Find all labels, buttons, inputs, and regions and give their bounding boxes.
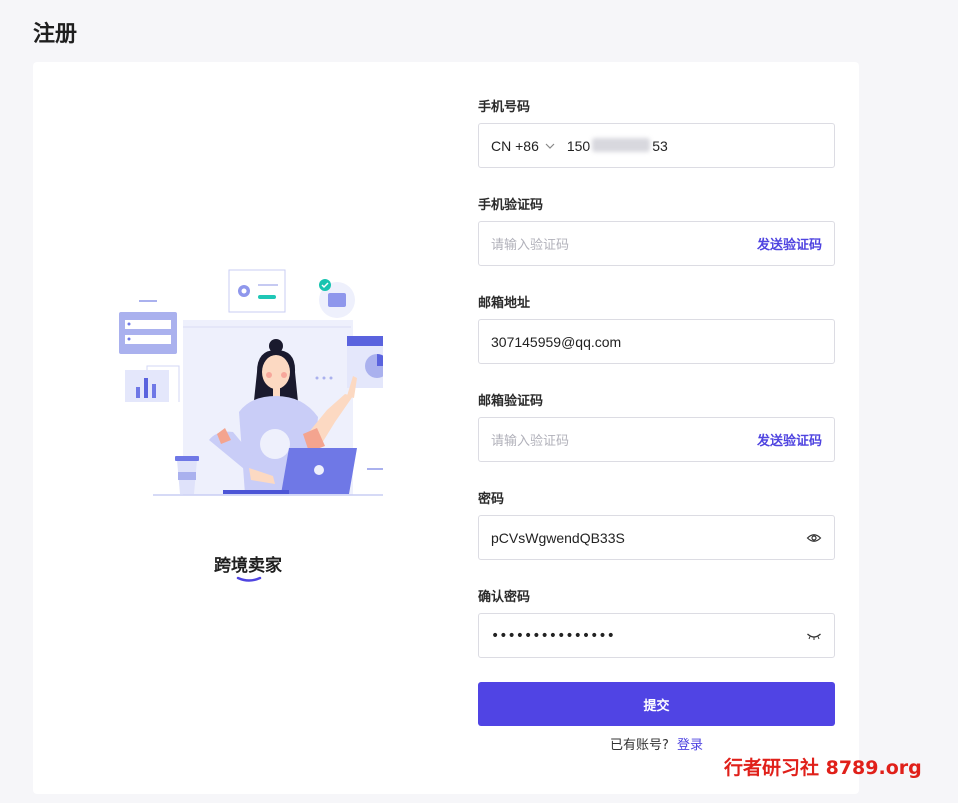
login-link[interactable]: 登录: [677, 738, 703, 753]
login-prompt: 已有账号? 登录: [478, 734, 835, 753]
phone-redaction: [592, 137, 651, 152]
email-label: 邮箱地址: [478, 296, 531, 311]
password-label: 密码: [478, 492, 505, 507]
country-code-select[interactable]: CN +86: [491, 138, 555, 154]
phone-code-label: 手机验证码: [478, 198, 544, 213]
email-code-label: 邮箱验证码: [478, 394, 544, 409]
role-label: 跨境卖家: [214, 556, 282, 576]
phone-label: 手机号码: [478, 100, 531, 115]
email-field[interactable]: 307145959@qq.com: [478, 319, 835, 364]
email-input[interactable]: 307145959@qq.com: [491, 334, 822, 350]
have-account-text: 已有账号?: [610, 738, 669, 753]
watermark: 行者研习社 8789.org: [724, 757, 922, 779]
phone-value-start: 150: [566, 137, 591, 154]
chevron-down-icon: [545, 143, 555, 149]
register-card: 跨境卖家 手机号码 CN +86 150 53 手机验证码 请输入验证码 发送验…: [33, 62, 859, 794]
seller-illustration: [119, 269, 383, 496]
confirm-password-input[interactable]: •••••••••••••••: [491, 628, 806, 644]
send-phone-code-button[interactable]: 发送验证码: [757, 234, 822, 253]
country-code-value: CN +86: [491, 137, 539, 154]
email-code-input[interactable]: 请输入验证码: [491, 430, 757, 449]
eye-closed-icon[interactable]: [806, 628, 822, 644]
phone-value-end: 53: [652, 137, 668, 154]
phone-code-input[interactable]: 请输入验证码: [491, 234, 757, 253]
eye-icon[interactable]: [806, 530, 822, 546]
send-email-code-button[interactable]: 发送验证码: [757, 430, 822, 449]
phone-input[interactable]: 150 53: [566, 137, 822, 154]
confirm-password-label: 确认密码: [478, 590, 531, 605]
confirm-password-field[interactable]: •••••••••••••••: [478, 613, 835, 658]
phone-code-field[interactable]: 请输入验证码 发送验证码: [478, 221, 835, 266]
page-title: 注册: [33, 22, 78, 47]
email-code-field[interactable]: 请输入验证码 发送验证码: [478, 417, 835, 462]
password-field[interactable]: pCVsWgwendQB33S: [478, 515, 835, 560]
password-input[interactable]: pCVsWgwendQB33S: [491, 530, 806, 546]
submit-button[interactable]: 提交: [478, 682, 835, 726]
phone-field[interactable]: CN +86 150 53: [478, 123, 835, 168]
role-underline: [236, 576, 262, 582]
